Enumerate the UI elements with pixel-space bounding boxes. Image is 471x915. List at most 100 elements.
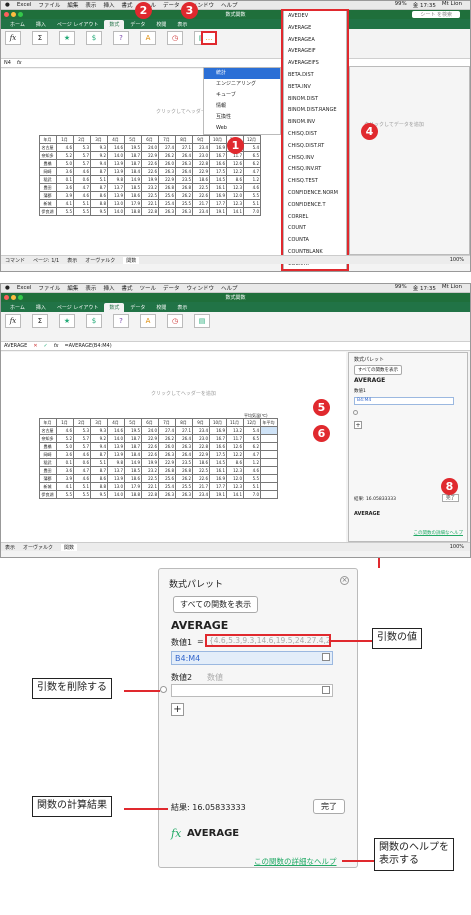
table-cell[interactable]: 8.6 <box>226 175 244 184</box>
table-cell[interactable]: 26.3 <box>175 442 193 451</box>
tab-formulas[interactable]: 数式 <box>104 303 125 312</box>
sheet-tab[interactable]: オーヴァルク <box>85 257 115 264</box>
table-cell[interactable]: 7.0 <box>243 490 261 499</box>
table-cell[interactable]: 8.6 <box>90 474 108 483</box>
table-cell[interactable]: 22.6 <box>141 159 159 168</box>
table-cell[interactable]: 0.1 <box>56 175 74 184</box>
table-cell[interactable]: 16.7 <box>209 151 227 160</box>
table-cell[interactable]: 5.7 <box>73 434 91 443</box>
table-cell[interactable]: 13.0 <box>107 199 125 208</box>
table-cell[interactable]: 27.4 <box>158 426 176 435</box>
table-cell[interactable]: 26.3 <box>158 207 176 216</box>
menu-tools[interactable]: ツール <box>139 284 156 292</box>
table-cell[interactable]: 13.9 <box>107 450 125 459</box>
table-cell[interactable]: 26.4 <box>175 151 193 160</box>
table-cell[interactable]: 12.3 <box>226 466 244 475</box>
table-cell[interactable]: 27.4 <box>158 143 176 152</box>
menu-insert[interactable]: 挿入 <box>103 284 114 292</box>
search-field[interactable]: シート を検索 <box>412 11 460 18</box>
logical-button[interactable]: ? <box>113 31 129 45</box>
tab-data[interactable]: データ <box>125 20 150 29</box>
table-cell[interactable]: 25.4 <box>158 482 176 491</box>
menu-file[interactable]: ファイル <box>38 1 60 9</box>
table-cell[interactable]: 5.1 <box>73 482 91 491</box>
name-box[interactable]: AVERAGE <box>4 343 27 349</box>
table-cell[interactable]: 14.5 <box>209 175 227 184</box>
table-cell[interactable]: 16.6 <box>209 159 227 168</box>
table-cell[interactable]: 9.4 <box>90 159 108 168</box>
table-cell[interactable]: 伊良湖 <box>39 490 57 499</box>
financial-button[interactable]: $ <box>86 31 102 45</box>
table-cell[interactable]: 19.9 <box>141 458 159 467</box>
name-box[interactable]: N4 <box>4 60 11 66</box>
autosum-button[interactable]: Σ <box>32 31 48 45</box>
sheet-tab[interactable]: 関数 <box>123 256 140 264</box>
table-cell[interactable]: 3.9 <box>56 474 74 483</box>
table-cell[interactable]: 27.1 <box>175 426 193 435</box>
table-cell[interactable]: 4.6 <box>73 191 91 200</box>
table-cell[interactable]: 18.8 <box>124 490 142 499</box>
table-cell[interactable]: 9.3 <box>90 426 108 435</box>
table-cell[interactable]: 5.1 <box>90 458 108 467</box>
table-cell[interactable]: 19.5 <box>124 426 142 435</box>
header-cell[interactable]: 年月 <box>39 135 57 144</box>
table-cell[interactable]: 16.9 <box>209 191 227 200</box>
table-cell[interactable]: 23.2 <box>141 466 159 475</box>
table-cell[interactable]: 22.1 <box>141 199 159 208</box>
header-cell[interactable]: 4月 <box>107 135 125 144</box>
table-cell[interactable]: 14.6 <box>107 143 125 152</box>
table-cell[interactable]: 17.5 <box>209 167 227 176</box>
table-cell[interactable]: 5.5 <box>73 207 91 216</box>
tab-view[interactable]: 表示 <box>172 20 192 29</box>
table-cell[interactable]: 23.4 <box>192 426 210 435</box>
table-cell[interactable]: 5.1 <box>90 175 108 184</box>
table-cell[interactable]: 13.7 <box>107 466 125 475</box>
table-cell[interactable]: 19.5 <box>124 143 142 152</box>
table-cell[interactable]: 23.5 <box>175 458 193 467</box>
submenu-item[interactable]: エンジニアリング <box>204 79 280 90</box>
tab-layout[interactable]: ページ レイアウト <box>52 303 104 312</box>
table-cell[interactable]: 22.6 <box>141 442 159 451</box>
table-cell[interactable]: 9.3 <box>90 143 108 152</box>
remove-arg-icon[interactable] <box>160 686 167 693</box>
table-cell[interactable]: 17.5 <box>209 450 227 459</box>
zoom-dot-icon[interactable] <box>18 295 23 300</box>
tab-data[interactable]: データ <box>125 303 150 312</box>
header-cell[interactable]: 10月 <box>209 418 227 427</box>
table-cell[interactable]: 26.8 <box>158 183 176 192</box>
submenu-item[interactable]: 統計 <box>204 68 280 79</box>
apple-icon[interactable]: ● <box>5 2 10 8</box>
arg1-field[interactable]: B4:M4 <box>354 397 454 405</box>
confirm-icon[interactable]: ✓ <box>44 343 48 349</box>
table-cell[interactable]: 0.6 <box>73 175 91 184</box>
table-cell[interactable] <box>260 458 278 467</box>
table-cell[interactable]: 26.2 <box>175 191 193 200</box>
table-cell[interactable]: 14.9 <box>124 458 142 467</box>
header-cell[interactable]: 12月 <box>243 135 261 144</box>
table-cell[interactable]: 23.0 <box>192 434 210 443</box>
table-cell[interactable]: 1.2 <box>243 175 261 184</box>
table-cell[interactable]: 5.7 <box>73 151 91 160</box>
table-cell[interactable]: 5.7 <box>73 442 91 451</box>
table-cell[interactable]: 5.5 <box>56 490 74 499</box>
collapse-icon[interactable] <box>322 653 330 661</box>
table-cell[interactable]: 8.8 <box>90 199 108 208</box>
table-cell[interactable]: 18.8 <box>124 207 142 216</box>
table-cell[interactable]: 9.2 <box>90 434 108 443</box>
menu-excel[interactable]: Excel <box>17 285 32 291</box>
table-cell[interactable]: 5.0 <box>56 159 74 168</box>
table-cell[interactable]: 13.9 <box>107 159 125 168</box>
table-cell[interactable]: 3.6 <box>56 183 74 192</box>
header-cell[interactable]: 1月 <box>56 418 74 427</box>
table-cell[interactable]: 13.2 <box>226 426 244 435</box>
table-cell[interactable]: 4.1 <box>56 482 74 491</box>
table-cell[interactable]: 6.5 <box>243 434 261 443</box>
table-cell[interactable]: 26.2 <box>158 434 176 443</box>
menu-data[interactable]: データ <box>163 1 180 9</box>
table-cell[interactable]: 26.3 <box>158 450 176 459</box>
table-cell[interactable]: 22.9 <box>158 458 176 467</box>
table-cell[interactable]: 13.9 <box>107 191 125 200</box>
sheet-tab[interactable]: 表示 <box>5 544 15 551</box>
table-cell[interactable]: 25.5 <box>175 482 193 491</box>
table-cell[interactable]: 22.5 <box>192 183 210 192</box>
